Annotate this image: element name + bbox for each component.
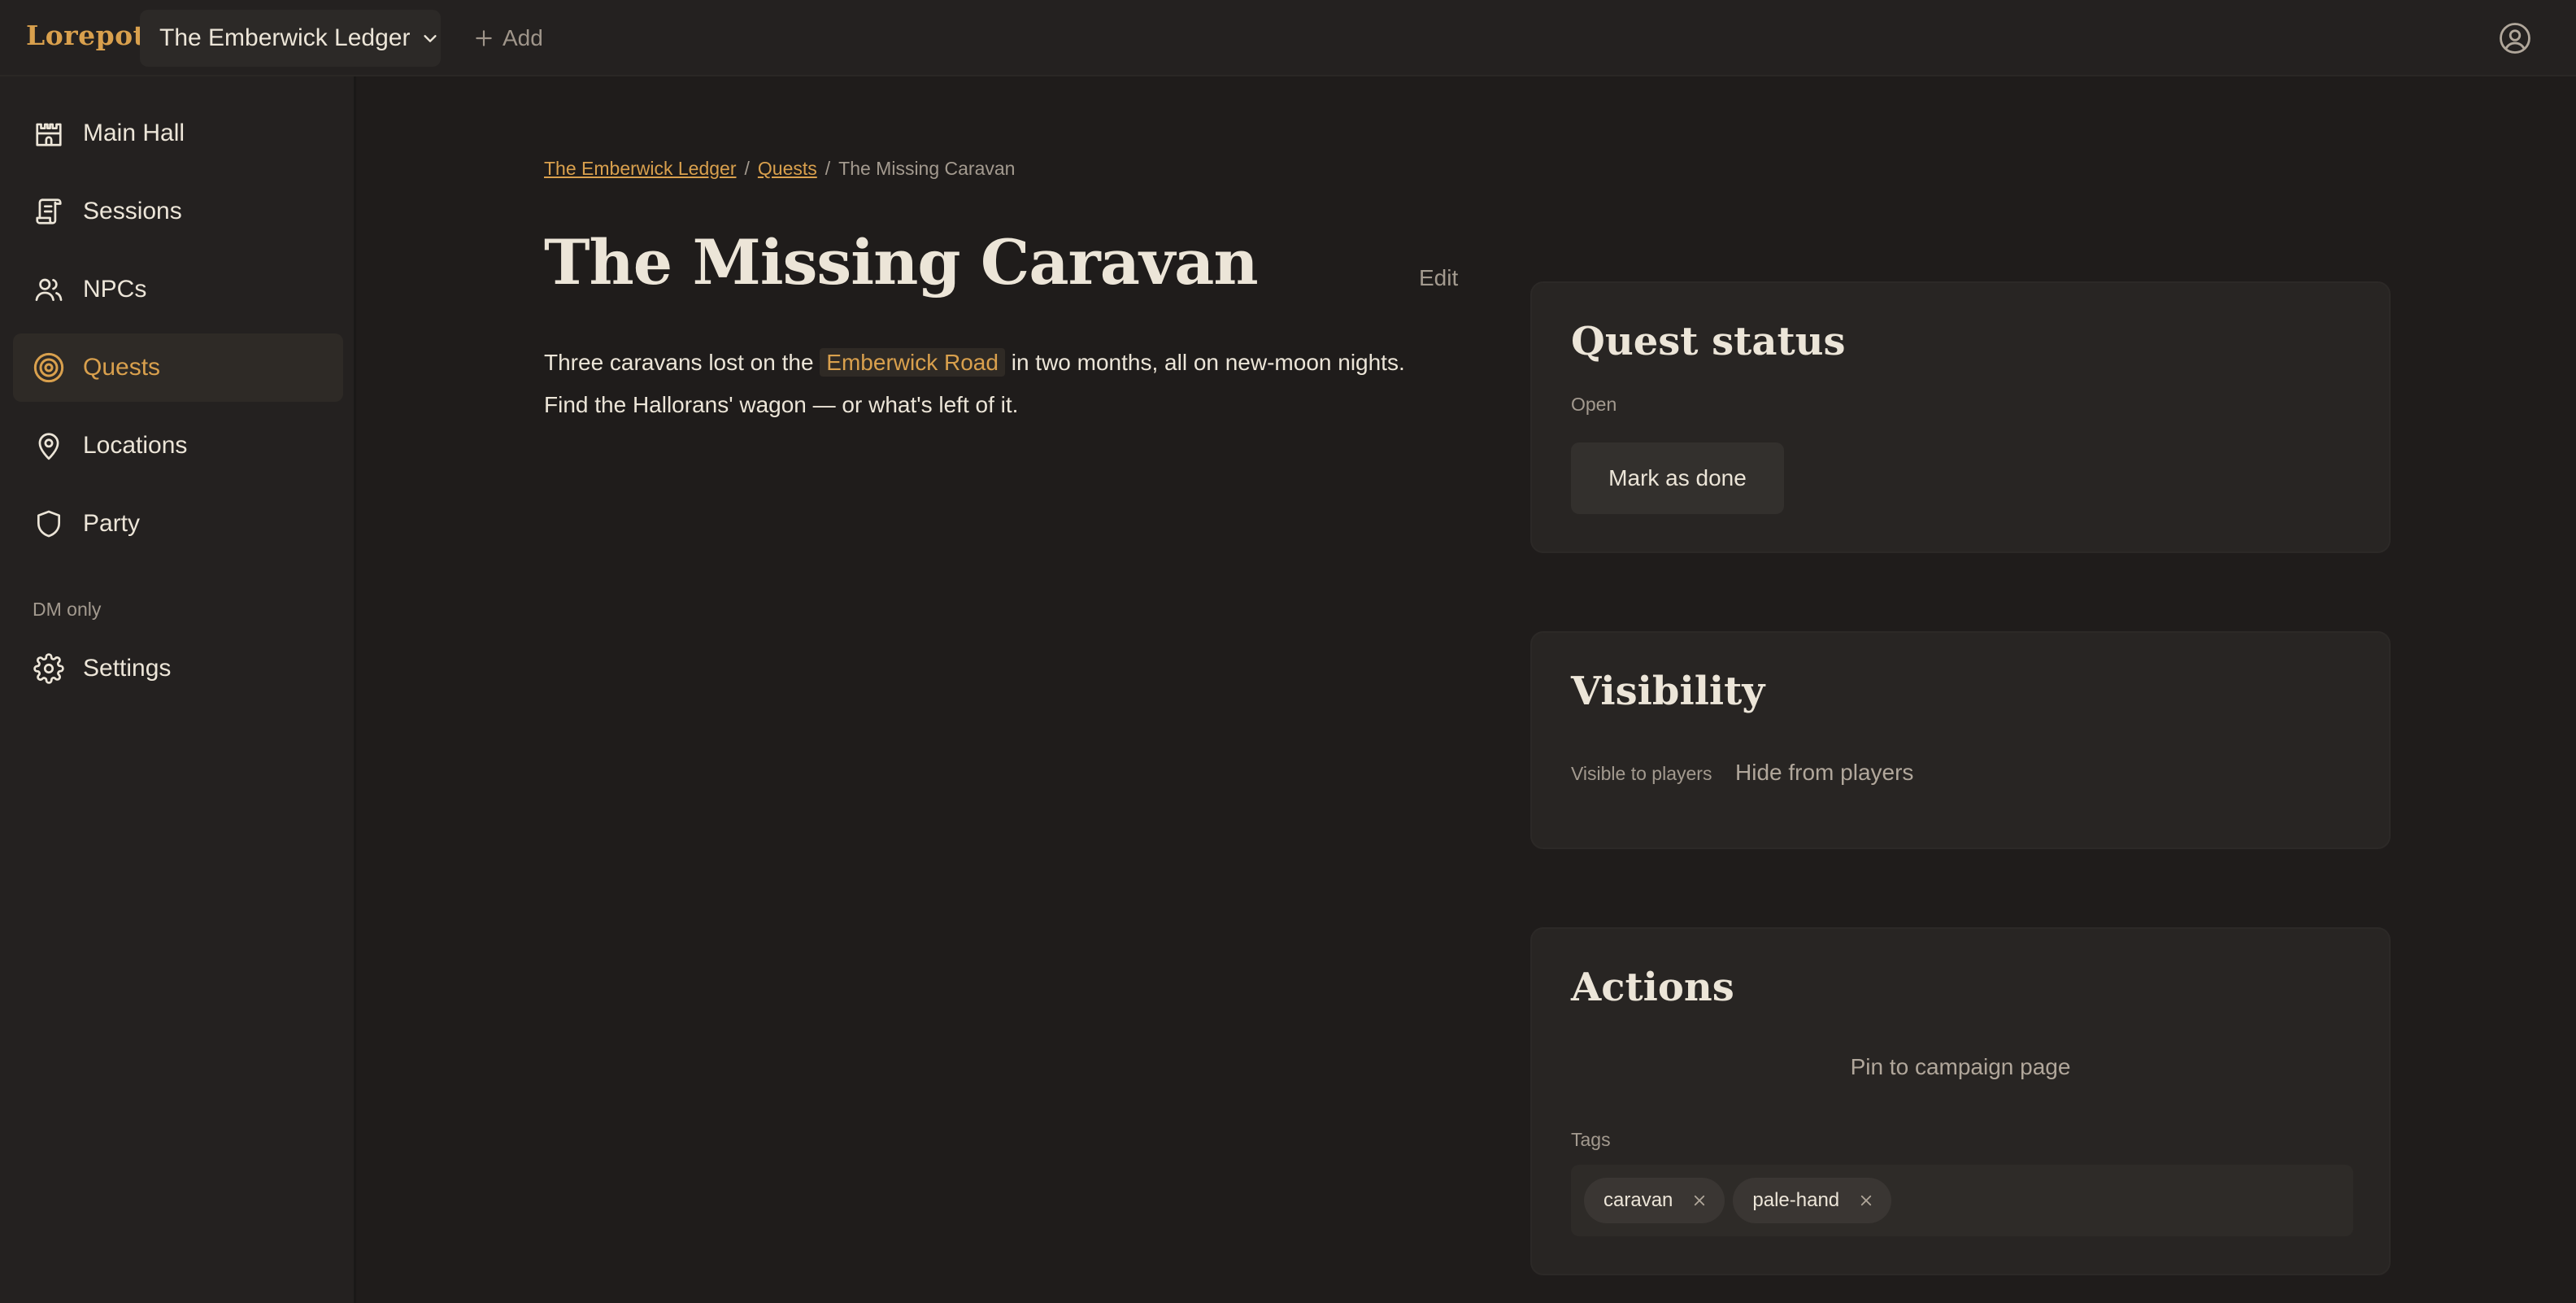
breadcrumb-separator: / bbox=[825, 158, 831, 179]
mark-as-done-button[interactable]: Mark as done bbox=[1571, 442, 1784, 514]
sidebar-item-locations[interactable]: Locations bbox=[13, 412, 343, 480]
tags-label: Tags bbox=[1571, 1129, 1611, 1150]
status-badge: Open bbox=[1571, 394, 1617, 415]
tags-input[interactable]: caravan pale-hand bbox=[1571, 1165, 2353, 1236]
quest-description: Three caravans lost on the Emberwick Roa… bbox=[544, 342, 1422, 426]
add-button-label: Add bbox=[503, 25, 543, 50]
sidebar-item-label: Main Hall bbox=[83, 120, 185, 146]
tag-chip[interactable]: pale-hand bbox=[1733, 1178, 1892, 1223]
campaign-switcher[interactable]: The Emberwick Ledger bbox=[140, 10, 441, 67]
campaign-switcher-label: The Emberwick Ledger bbox=[159, 24, 411, 51]
map-pin-icon bbox=[33, 429, 65, 462]
users-icon bbox=[33, 273, 65, 306]
sidebar-item-settings[interactable]: Settings bbox=[13, 634, 343, 703]
user-circle-icon bbox=[2498, 21, 2532, 55]
plus-icon bbox=[473, 28, 494, 49]
scroll-icon bbox=[33, 195, 65, 228]
sidebar-item-main-hall[interactable]: Main Hall bbox=[13, 99, 343, 168]
location-link[interactable]: Emberwick Road bbox=[820, 348, 1005, 377]
tag-label: caravan bbox=[1603, 1189, 1673, 1211]
quest-status-card: Quest status Open Mark as done bbox=[1530, 281, 2391, 553]
sidebar-item-label: Sessions bbox=[83, 198, 182, 224]
top-bar: Lorepot The Emberwick Ledger Add bbox=[0, 0, 2576, 76]
sidebar-item-label: Locations bbox=[83, 432, 188, 459]
card-title: Actions bbox=[1571, 965, 1734, 1010]
actions-card: Actions Pin to campaign page Tags carava… bbox=[1530, 927, 2391, 1275]
description-text: Three caravans lost on the bbox=[544, 350, 814, 375]
sidebar-item-sessions[interactable]: Sessions bbox=[13, 177, 343, 246]
breadcrumb: The Emberwick Ledger / Quests / The Missing … bbox=[544, 158, 1015, 180]
hide-from-players-button[interactable]: Hide from players bbox=[1735, 760, 1913, 786]
add-button[interactable]: Add bbox=[473, 20, 543, 57]
breadcrumb-link-campaign[interactable]: The Emberwick Ledger bbox=[544, 158, 737, 179]
edit-button[interactable]: Edit bbox=[1419, 265, 1458, 291]
sidebar-item-label: Party bbox=[83, 510, 141, 537]
breadcrumb-link-quests[interactable]: Quests bbox=[758, 158, 817, 179]
sidebar: Main Hall Sessions NPCs Quests Locations… bbox=[0, 76, 356, 1303]
tag-label: pale-hand bbox=[1752, 1189, 1840, 1211]
gear-icon bbox=[33, 652, 65, 685]
breadcrumb-current: The Missing Caravan bbox=[838, 158, 1016, 179]
chevron-down-icon bbox=[421, 29, 439, 47]
sidebar-item-label: Quests bbox=[83, 354, 161, 381]
breadcrumb-separator: / bbox=[744, 158, 750, 179]
sidebar-item-label: Settings bbox=[83, 655, 172, 682]
visibility-card: Visibility Visible to players Hide from … bbox=[1530, 631, 2391, 849]
shield-icon bbox=[33, 508, 65, 540]
sidebar-item-npcs[interactable]: NPCs bbox=[13, 255, 343, 324]
castle-icon bbox=[33, 117, 65, 150]
account-button[interactable] bbox=[2498, 21, 2532, 55]
sidebar-item-label: NPCs bbox=[83, 276, 147, 303]
pin-to-campaign-button[interactable]: Pin to campaign page bbox=[1532, 1054, 2389, 1080]
page-title: The Missing Caravan bbox=[544, 226, 1259, 299]
sidebar-item-quests[interactable]: Quests bbox=[13, 333, 343, 402]
close-icon[interactable] bbox=[1859, 1193, 1873, 1208]
tag-chip[interactable]: caravan bbox=[1584, 1178, 1725, 1223]
card-title: Quest status bbox=[1571, 319, 1846, 364]
sidebar-section-heading: DM only bbox=[33, 599, 102, 620]
close-icon[interactable] bbox=[1692, 1193, 1707, 1208]
app-logo[interactable]: Lorepot bbox=[26, 20, 146, 51]
visibility-status: Visible to players bbox=[1571, 763, 1712, 784]
sidebar-item-party[interactable]: Party bbox=[13, 490, 343, 558]
card-title: Visibility bbox=[1571, 669, 1765, 714]
target-icon bbox=[33, 351, 65, 384]
